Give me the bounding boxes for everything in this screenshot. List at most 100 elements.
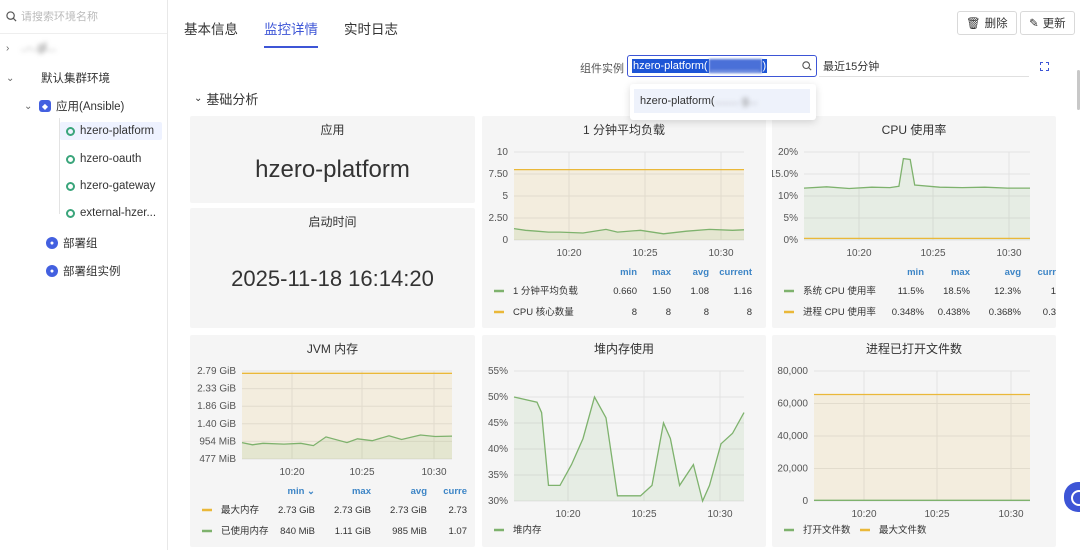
y-tick-label: 60,000 <box>777 399 808 410</box>
y-tick-label: 954 MiB <box>199 436 236 447</box>
panel-start-time: 启动时间 2025-11-18 16:14:20 <box>190 208 475 328</box>
y-tick-label: 20,000 <box>777 464 808 475</box>
x-tick-label: 10:30 <box>708 248 733 259</box>
x-tick-label: 10:20 <box>556 248 581 259</box>
fullscreen-icon[interactable] <box>1040 62 1049 71</box>
y-tick-label: 40,000 <box>777 431 808 442</box>
env-search[interactable] <box>0 0 167 34</box>
legend-value: 8 <box>704 307 709 318</box>
app-status-icon <box>66 126 75 136</box>
legend-header: avg <box>411 486 428 497</box>
legend-header: curr <box>1038 267 1056 278</box>
tree-deploy-instance[interactable]: ● 部署组实例 <box>46 263 121 279</box>
chevron-down-icon[interactable]: ⌄ <box>6 73 16 84</box>
update-button[interactable]: ✎ 更新 <box>1020 11 1075 35</box>
x-tick-label: 10:25 <box>920 248 945 259</box>
legend-value: 12.3% <box>994 286 1021 297</box>
section-basic-analysis[interactable]: ⌄ 基础分析 <box>194 89 258 108</box>
tab-realtime-log[interactable]: 实时日志 <box>344 18 398 48</box>
chevron-right-icon[interactable]: › <box>6 43 16 54</box>
y-tick-label: 5% <box>784 213 799 224</box>
legend-name: CPU 核心数量 <box>513 306 574 318</box>
panel-cpu: CPU 使用率 20% 15.0% 10% 5% 0% 10:20 10:25 10:30 mi… <box>772 116 1056 328</box>
deploy-group-icon: ● <box>46 237 58 249</box>
tree-deploy-group[interactable]: ● 部署组 <box>46 235 98 251</box>
legend-header: min <box>620 267 637 278</box>
y-tick-label: 0 <box>802 496 808 507</box>
y-tick-label: 2.50 <box>489 213 509 224</box>
legend-value: 985 MiB <box>392 526 427 537</box>
y-tick-label: 15.0% <box>772 169 798 180</box>
heap-chart: 55% 50% 45% 40% 35% 30% 10:20 10:25 10:30 堆内存 <box>488 366 745 536</box>
legend-name: 已使用内存 <box>221 525 269 537</box>
y-tick-label: 10% <box>778 191 798 202</box>
y-tick-label: 55% <box>488 366 508 377</box>
y-tick-label: 10 <box>497 147 509 158</box>
trash-icon: 🗑 <box>966 18 981 30</box>
time-range-value: 最近15分钟 <box>823 60 880 73</box>
tree-deploy-instance-label: 部署组实例 <box>63 266 121 278</box>
tree-app-label: external-hzer... <box>80 207 157 219</box>
legend-value: 2.73 GiB <box>278 505 315 516</box>
tree-app-hzero-platform[interactable]: hzero-platform <box>60 122 163 140</box>
y-tick-label: 7.50 <box>489 169 509 180</box>
instance-filter-label: 组件实例 <box>580 63 624 75</box>
tree-root-label: ..-..gl... <box>21 42 57 54</box>
tree-env[interactable]: ⌄ 默认集群环境 <box>6 70 110 86</box>
legend-header: avg <box>693 267 710 278</box>
tree-env-label: 默认集群环境 <box>41 73 110 85</box>
app-name-value: hzero-platform <box>255 156 410 183</box>
tab-monitoring[interactable]: 监控详情 <box>264 18 318 48</box>
instance-option-blurred: ........ g... <box>714 95 758 107</box>
panel-title: 启动时间 <box>308 215 357 229</box>
edit-icon: ✎ <box>1029 18 1039 30</box>
panel-files: 进程已打开文件数 80,000 60,000 40,000 20,000 0 10:20 1… <box>772 335 1056 547</box>
instance-value-prefix: hzero-platform( <box>632 59 709 73</box>
main-content: 基本信息 监控详情 实时日志 🗑 删除 ✎ 更新 组件实例 hzero-plat… <box>168 0 1080 550</box>
chevron-down-icon: ⌄ <box>194 93 203 104</box>
instance-option[interactable]: hzero-platform(........ g... <box>634 89 810 113</box>
legend-value: 8 <box>666 307 671 318</box>
tab-basic-info[interactable]: 基本信息 <box>184 18 238 48</box>
y-tick-label: 20% <box>778 147 798 158</box>
time-range-select[interactable]: 最近15分钟 <box>819 55 1029 77</box>
x-tick-label: 10:25 <box>349 467 374 478</box>
x-tick-label: 10:20 <box>846 248 871 259</box>
legend-header: min <box>907 267 924 278</box>
search-icon <box>6 11 17 22</box>
start-time-value: 2025-11-18 16:14:20 <box>231 266 434 291</box>
y-tick-label: 2.33 GiB <box>197 384 236 395</box>
legend-header: avg <box>1005 267 1022 278</box>
env-search-input[interactable] <box>21 10 161 23</box>
update-label: 更新 <box>1042 18 1066 30</box>
series-area <box>814 394 1030 501</box>
delete-button[interactable]: 🗑 删除 <box>957 11 1017 35</box>
cpu-chart: 20% 15.0% 10% 5% 0% 10:20 10:25 10:30 min max avg c… <box>772 147 1056 318</box>
tree-app-external[interactable]: external-hzer... <box>66 207 156 219</box>
x-tick-label: 10:25 <box>924 509 949 520</box>
chevron-down-icon[interactable]: ⌄ <box>24 101 34 112</box>
legend-value: 2.73 <box>449 505 468 516</box>
x-tick-label: 10:20 <box>555 509 580 520</box>
y-tick-label: 1.40 GiB <box>197 419 236 430</box>
instance-select[interactable]: hzero-platform(________) <box>627 55 817 77</box>
legend-value: 1.50 <box>653 286 672 297</box>
x-tick-label: 10:30 <box>998 509 1023 520</box>
tree-root[interactable]: › ..-..gl... <box>6 42 56 54</box>
legend-value: 1.08 <box>691 286 710 297</box>
tree-app-hzero-oauth[interactable]: hzero-oauth <box>66 153 141 165</box>
instance-option-prefix: hzero-platform( <box>640 95 715 107</box>
tree-app-hzero-gateway[interactable]: hzero-gateway <box>66 180 155 192</box>
y-tick-label: 40% <box>488 444 508 455</box>
legend-value: 0.3 <box>1043 307 1056 318</box>
y-tick-label: 45% <box>488 418 508 429</box>
tree-app-label: hzero-gateway <box>80 180 156 192</box>
legend-value: 0.660 <box>613 286 637 297</box>
tree-app-group[interactable]: ⌄ ◆ 应用(Ansible) <box>24 98 124 114</box>
assistant-float-button[interactable] <box>1064 482 1080 512</box>
legend-header: max <box>951 267 971 278</box>
x-tick-label: 10:30 <box>707 509 732 520</box>
panel-app: 应用 hzero-platform <box>190 116 475 203</box>
x-tick-label: 10:30 <box>996 248 1021 259</box>
instance-dropdown: hzero-platform(........ g... <box>630 84 816 120</box>
